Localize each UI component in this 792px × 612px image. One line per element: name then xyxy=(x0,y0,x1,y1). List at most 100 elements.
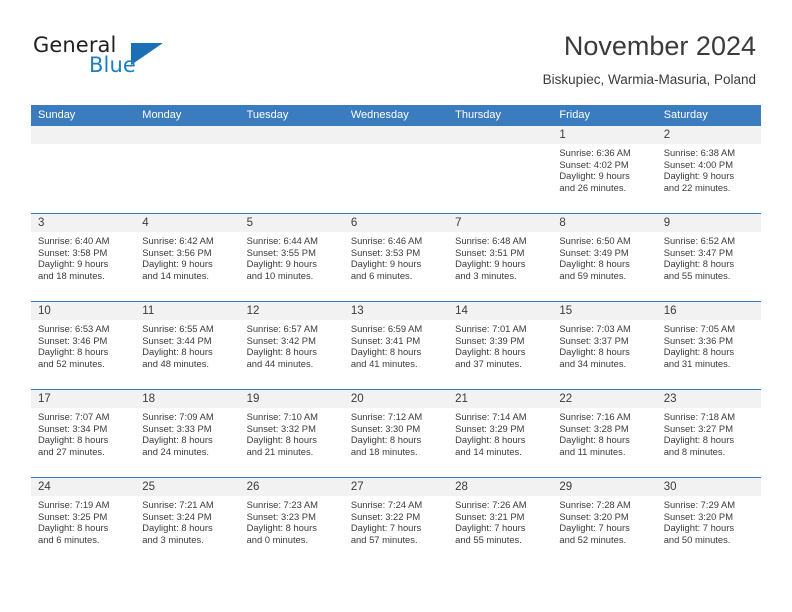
week-body: Sunrise: 7:19 AM Sunset: 3:25 PM Dayligh… xyxy=(31,496,761,565)
day-cell[interactable]: Sunrise: 7:16 AM Sunset: 3:28 PM Dayligh… xyxy=(552,408,656,477)
day-number[interactable] xyxy=(135,126,239,144)
daylight-text-line1: Daylight: 8 hours xyxy=(38,522,109,534)
day-cell[interactable]: Sunrise: 6:57 AM Sunset: 3:42 PM Dayligh… xyxy=(240,320,344,389)
day-number[interactable] xyxy=(240,126,344,144)
day-number[interactable]: 22 xyxy=(552,390,656,408)
daylight-text-line2: and 8 minutes. xyxy=(663,445,726,457)
day-number[interactable]: 20 xyxy=(344,390,448,408)
day-cell[interactable]: Sunrise: 7:18 AM Sunset: 3:27 PM Dayligh… xyxy=(657,408,761,477)
day-cell[interactable] xyxy=(344,144,448,213)
day-number[interactable]: 19 xyxy=(240,390,344,408)
day-number[interactable]: 8 xyxy=(552,214,656,232)
sunset-text: Sunset: 3:36 PM xyxy=(663,334,733,346)
daylight-text-line1: Daylight: 9 hours xyxy=(38,258,109,270)
day-number[interactable]: 21 xyxy=(448,390,552,408)
day-number[interactable]: 25 xyxy=(135,478,239,496)
day-cell[interactable]: Sunrise: 7:10 AM Sunset: 3:32 PM Dayligh… xyxy=(240,408,344,477)
day-cell[interactable] xyxy=(448,144,552,213)
day-number[interactable]: 14 xyxy=(448,302,552,320)
sunrise-text: Sunrise: 6:53 AM xyxy=(38,323,110,334)
day-cell[interactable] xyxy=(240,144,344,213)
day-number[interactable]: 10 xyxy=(31,302,135,320)
day-cell[interactable]: Sunrise: 7:23 AM Sunset: 3:23 PM Dayligh… xyxy=(240,496,344,565)
day-cell[interactable] xyxy=(31,144,135,213)
day-number[interactable]: 15 xyxy=(552,302,656,320)
day-number[interactable]: 11 xyxy=(135,302,239,320)
day-cell[interactable]: Sunrise: 6:42 AM Sunset: 3:56 PM Dayligh… xyxy=(135,232,239,301)
daylight-text-line2: and 11 minutes. xyxy=(559,445,626,457)
daylight-text-line2: and 48 minutes. xyxy=(142,357,209,369)
day-cell[interactable]: Sunrise: 6:52 AM Sunset: 3:47 PM Dayligh… xyxy=(657,232,761,301)
daylight-text-line2: and 18 minutes. xyxy=(38,269,105,281)
daylight-text-line1: Daylight: 8 hours xyxy=(559,258,630,270)
day-number[interactable] xyxy=(31,126,135,144)
day-cell[interactable]: Sunrise: 6:53 AM Sunset: 3:46 PM Dayligh… xyxy=(31,320,135,389)
day-number[interactable]: 17 xyxy=(31,390,135,408)
day-number[interactable] xyxy=(344,126,448,144)
day-number[interactable]: 5 xyxy=(240,214,344,232)
daylight-text-line1: Daylight: 8 hours xyxy=(663,346,735,358)
day-number[interactable]: 16 xyxy=(657,302,761,320)
day-cell[interactable]: Sunrise: 6:36 AM Sunset: 4:02 PM Dayligh… xyxy=(552,144,656,213)
day-cell[interactable]: Sunrise: 6:48 AM Sunset: 3:51 PM Dayligh… xyxy=(448,232,552,301)
day-cell[interactable]: Sunrise: 7:19 AM Sunset: 3:25 PM Dayligh… xyxy=(31,496,135,565)
day-number[interactable]: 23 xyxy=(657,390,761,408)
day-number[interactable]: 30 xyxy=(657,478,761,496)
day-cell[interactable]: Sunrise: 7:24 AM Sunset: 3:22 PM Dayligh… xyxy=(344,496,448,565)
day-cell[interactable]: Sunrise: 7:26 AM Sunset: 3:21 PM Dayligh… xyxy=(448,496,552,565)
day-number[interactable]: 7 xyxy=(448,214,552,232)
day-number[interactable]: 6 xyxy=(344,214,448,232)
day-number[interactable]: 12 xyxy=(240,302,344,320)
sunset-text: Sunset: 3:20 PM xyxy=(559,510,629,522)
sunrise-text: Sunrise: 6:57 AM xyxy=(246,323,318,334)
day-cell[interactable]: Sunrise: 7:21 AM Sunset: 3:24 PM Dayligh… xyxy=(135,496,239,565)
day-cell[interactable]: Sunrise: 6:44 AM Sunset: 3:55 PM Dayligh… xyxy=(240,232,344,301)
day-number[interactable]: 28 xyxy=(448,478,552,496)
day-cell[interactable]: Sunrise: 6:50 AM Sunset: 3:49 PM Dayligh… xyxy=(552,232,656,301)
day-cell[interactable]: Sunrise: 7:14 AM Sunset: 3:29 PM Dayligh… xyxy=(448,408,552,477)
day-cell[interactable]: Sunrise: 7:12 AM Sunset: 3:30 PM Dayligh… xyxy=(344,408,448,477)
day-cell[interactable]: Sunrise: 6:59 AM Sunset: 3:41 PM Dayligh… xyxy=(344,320,448,389)
day-number[interactable]: 3 xyxy=(31,214,135,232)
daylight-text-line1: Daylight: 8 hours xyxy=(663,258,735,270)
sunset-text: Sunset: 3:56 PM xyxy=(142,246,212,258)
sunset-text: Sunset: 3:20 PM xyxy=(663,510,733,522)
daylight-text-line2: and 3 minutes. xyxy=(455,269,517,281)
sunrise-text: Sunrise: 7:07 AM xyxy=(38,411,110,422)
day-number[interactable]: 1 xyxy=(552,126,656,144)
sunset-text: Sunset: 3:22 PM xyxy=(350,510,421,522)
day-cell[interactable] xyxy=(135,144,239,213)
day-cell[interactable]: Sunrise: 7:03 AM Sunset: 3:37 PM Dayligh… xyxy=(552,320,656,389)
sunrise-text: Sunrise: 7:16 AM xyxy=(559,411,631,422)
day-cell[interactable]: Sunrise: 7:07 AM Sunset: 3:34 PM Dayligh… xyxy=(31,408,135,477)
sunrise-text: Sunrise: 6:50 AM xyxy=(559,235,631,246)
day-number[interactable]: 26 xyxy=(240,478,344,496)
daylight-text-line1: Daylight: 8 hours xyxy=(246,434,317,446)
weekday-header-row: Sunday Monday Tuesday Wednesday Thursday… xyxy=(31,105,761,125)
brand-logo[interactable]: General Blue xyxy=(33,33,273,85)
day-cell[interactable]: Sunrise: 6:46 AM Sunset: 3:53 PM Dayligh… xyxy=(344,232,448,301)
day-cell[interactable]: Sunrise: 7:09 AM Sunset: 3:33 PM Dayligh… xyxy=(135,408,239,477)
day-number[interactable]: 27 xyxy=(344,478,448,496)
day-cell[interactable]: Sunrise: 6:55 AM Sunset: 3:44 PM Dayligh… xyxy=(135,320,239,389)
week-row: 17 18 19 20 21 22 23 Sunrise: 7:07 AM Su… xyxy=(31,389,761,477)
day-number[interactable]: 18 xyxy=(135,390,239,408)
day-number[interactable]: 13 xyxy=(344,302,448,320)
day-number[interactable]: 9 xyxy=(657,214,761,232)
day-number[interactable]: 4 xyxy=(135,214,239,232)
day-number[interactable] xyxy=(448,126,552,144)
day-cell[interactable]: Sunrise: 6:38 AM Sunset: 4:00 PM Dayligh… xyxy=(657,144,761,213)
day-number[interactable]: 2 xyxy=(657,126,761,144)
weekday-tuesday: Tuesday xyxy=(246,109,289,121)
day-cell[interactable]: Sunrise: 7:01 AM Sunset: 3:39 PM Dayligh… xyxy=(448,320,552,389)
sunset-text: Sunset: 3:25 PM xyxy=(38,510,108,522)
day-cell[interactable]: Sunrise: 7:05 AM Sunset: 3:36 PM Dayligh… xyxy=(657,320,761,389)
day-cell[interactable]: Sunrise: 7:28 AM Sunset: 3:20 PM Dayligh… xyxy=(552,496,656,565)
day-number[interactable]: 24 xyxy=(31,478,135,496)
sunset-text: Sunset: 3:53 PM xyxy=(350,246,421,258)
sunrise-text: Sunrise: 7:29 AM xyxy=(663,499,736,510)
day-cell[interactable]: Sunrise: 7:29 AM Sunset: 3:20 PM Dayligh… xyxy=(657,496,761,565)
day-cell[interactable]: Sunrise: 6:40 AM Sunset: 3:58 PM Dayligh… xyxy=(31,232,135,301)
sunrise-text: Sunrise: 6:55 AM xyxy=(142,323,214,334)
day-number[interactable]: 29 xyxy=(552,478,656,496)
